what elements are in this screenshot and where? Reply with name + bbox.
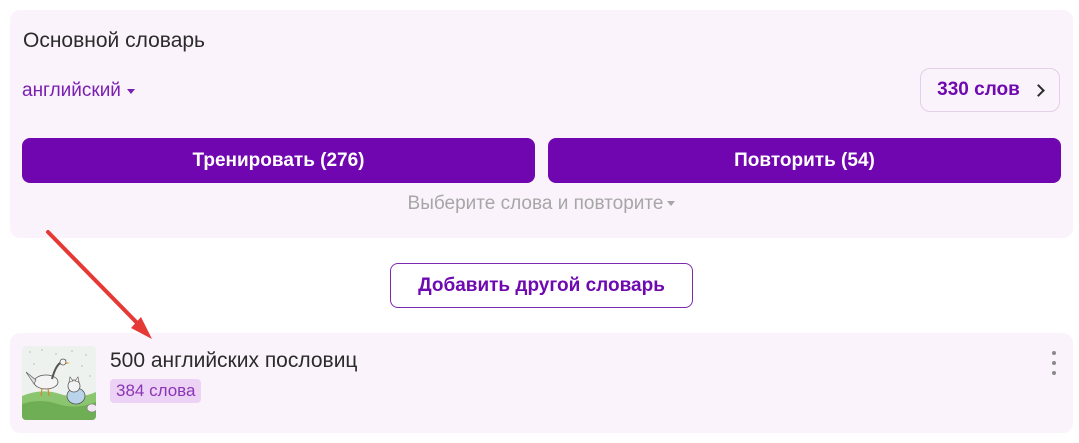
select-and-repeat-dropdown[interactable]: Выберите слова и повторите — [10, 193, 1073, 215]
page: Основной словарь английский 330 слов Тре… — [0, 0, 1079, 443]
caret-down-icon — [126, 88, 135, 94]
main-dictionary-title: Основной словарь — [23, 29, 205, 52]
repeat-button[interactable]: Повторить (54) — [548, 138, 1061, 183]
train-button[interactable]: Тренировать (276) — [22, 138, 535, 183]
dictionary-name: 500 английских пословиц — [110, 349, 358, 372]
language-selector[interactable]: английский — [22, 80, 135, 102]
caret-down-icon — [667, 201, 676, 207]
dictionary-list-item[interactable]: 500 английских пословиц 384 слова — [10, 333, 1073, 433]
menu-dot — [1052, 351, 1056, 355]
goose-cat-illustration — [22, 346, 96, 420]
language-label: английский — [22, 80, 121, 101]
main-dictionary-card: Основной словарь английский 330 слов Тре… — [10, 10, 1073, 238]
dictionary-thumbnail — [22, 346, 96, 420]
words-count-label: 330 слов — [937, 79, 1020, 100]
menu-dot — [1052, 361, 1056, 365]
dictionary-word-count-badge: 384 слова — [110, 379, 202, 403]
menu-dot — [1052, 371, 1056, 375]
chevron-right-icon — [1031, 83, 1045, 97]
add-dictionary-button[interactable]: Добавить другой словарь — [390, 263, 693, 308]
more-vertical-icon[interactable] — [1048, 351, 1060, 375]
words-count-button[interactable]: 330 слов — [920, 68, 1060, 112]
select-hint-label: Выберите слова и повторите — [407, 193, 664, 214]
